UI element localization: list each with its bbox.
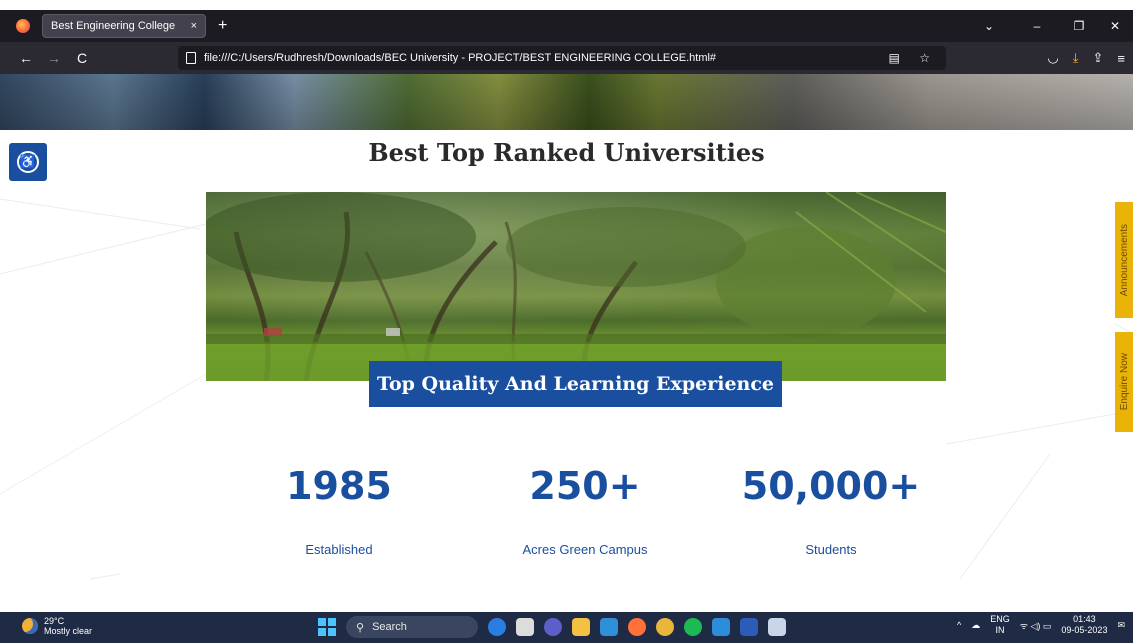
page-content: ♿ Best Top Ranked Universities Top Quali… [0,74,1133,612]
extensions-icon[interactable]: ⇪ [1093,50,1104,66]
file-explorer-icon[interactable] [572,618,590,636]
section-title: Best Top Ranked Universities [368,138,765,167]
stat-number: 250+ [529,464,641,508]
hero-banner-image [0,74,1133,130]
windows-taskbar: 29°C Mostly clear ⚲ Search ^ ☁ ENG IN ᯤ … [0,612,1133,643]
stat-number: 1985 [286,464,392,508]
toolbar-actions: ◡ ⤓ ⇪ ≡ [1047,42,1125,74]
taskbar-search[interactable]: ⚲ Search [346,616,478,638]
system-tray: ^ ☁ ENG IN ᯤ ◁) ▭ 01:43 09-05-2023 ✉ [957,614,1125,636]
url-actions: ▤ ☆ [889,51,938,65]
teams-icon[interactable] [544,618,562,636]
caption-banner: Top Quality And Learning Experience [369,361,782,407]
address-bar[interactable]: file:///C:/Users/Rudhresh/Downloads/BEC … [178,46,946,70]
stat-label: Established [305,542,373,557]
language-indicator[interactable]: ENG IN [990,614,1010,636]
weather-widget[interactable]: 29°C Mostly clear [22,616,92,636]
browser-tab[interactable]: Best Engineering College × [42,14,206,38]
screen-top-edge [0,0,1133,10]
restore-button[interactable]: ❐ [1061,19,1097,33]
tab-title: Best Engineering College [51,20,176,32]
spotify-icon[interactable] [684,618,702,636]
reload-button[interactable]: C [70,50,94,66]
task-view-icon[interactable] [516,618,534,636]
weather-condition: Mostly clear [44,626,93,636]
onedrive-icon[interactable]: ☁ [971,620,980,631]
date: 09-05-2023 [1061,625,1108,635]
clock[interactable]: 01:43 09-05-2023 [1061,614,1107,636]
forward-button[interactable]: → [42,50,66,66]
announcements-label: Announcements [1118,223,1130,297]
firefox-logo-icon [16,19,30,33]
network-volume-battery-icons[interactable]: ᯤ ◁) ▭ [1020,619,1052,632]
taskbar-apps: ⚲ Search [318,616,786,638]
lang-code: ENG [990,614,1010,624]
stat-students: 50,000+ Students [711,464,951,557]
tray-overflow-icon[interactable]: ^ [957,620,961,630]
downloads-icon[interactable]: ⤓ [1073,50,1079,66]
campus-photo [206,192,946,381]
stat-established: 1985 Established [219,464,459,557]
firefox-icon[interactable] [628,618,646,636]
announcements-tab[interactable]: Announcements [1115,202,1133,318]
window-controls: ⌄ – ❐ ✕ [965,10,1133,42]
page-icon [186,52,196,64]
search-placeholder: Search [372,621,407,633]
stat-campus: 250+ Acres Green Campus [465,464,705,557]
back-button[interactable]: ← [14,50,38,66]
browser-tab-bar: Best Engineering College × + ⌄ – ❐ ✕ [0,10,1133,42]
url-text[interactable]: file:///C:/Users/Rudhresh/Downloads/BEC … [204,52,889,64]
menu-icon[interactable]: ≡ [1117,51,1125,66]
time: 01:43 [1073,614,1096,624]
stat-number: 50,000+ [741,464,921,508]
notifications-icon[interactable]: ✉ [1117,620,1125,631]
search-icon: ⚲ [356,621,365,634]
minimize-button[interactable]: – [1013,19,1061,33]
weather-moon-icon [22,618,38,634]
list-all-tabs-icon[interactable]: ⌄ [965,19,1013,33]
close-tab-icon[interactable]: × [191,20,197,32]
pocket-icon[interactable]: ◡ [1047,50,1058,66]
chrome-icon[interactable] [656,618,674,636]
start-button[interactable] [318,618,336,636]
enquire-now-tab[interactable]: Enquire Now [1115,332,1133,432]
close-window-button[interactable]: ✕ [1097,19,1133,33]
new-tab-button[interactable]: + [218,17,227,35]
browser-nav-bar: ← → C file:///C:/Users/Rudhresh/Download… [0,42,1133,74]
stat-label: Acres Green Campus [522,542,648,557]
bookmark-star-icon[interactable]: ☆ [919,51,938,65]
temperature: 29°C [44,616,65,626]
store-icon[interactable] [600,618,618,636]
word-icon[interactable] [740,618,758,636]
stat-label: Students [805,542,857,557]
reader-view-icon[interactable]: ▤ [889,51,908,65]
region-code: IN [995,625,1005,635]
bing-icon[interactable] [488,618,506,636]
vscode-icon[interactable] [712,618,730,636]
enquire-now-label: Enquire Now [1118,353,1130,411]
snipping-tool-icon[interactable] [768,618,786,636]
